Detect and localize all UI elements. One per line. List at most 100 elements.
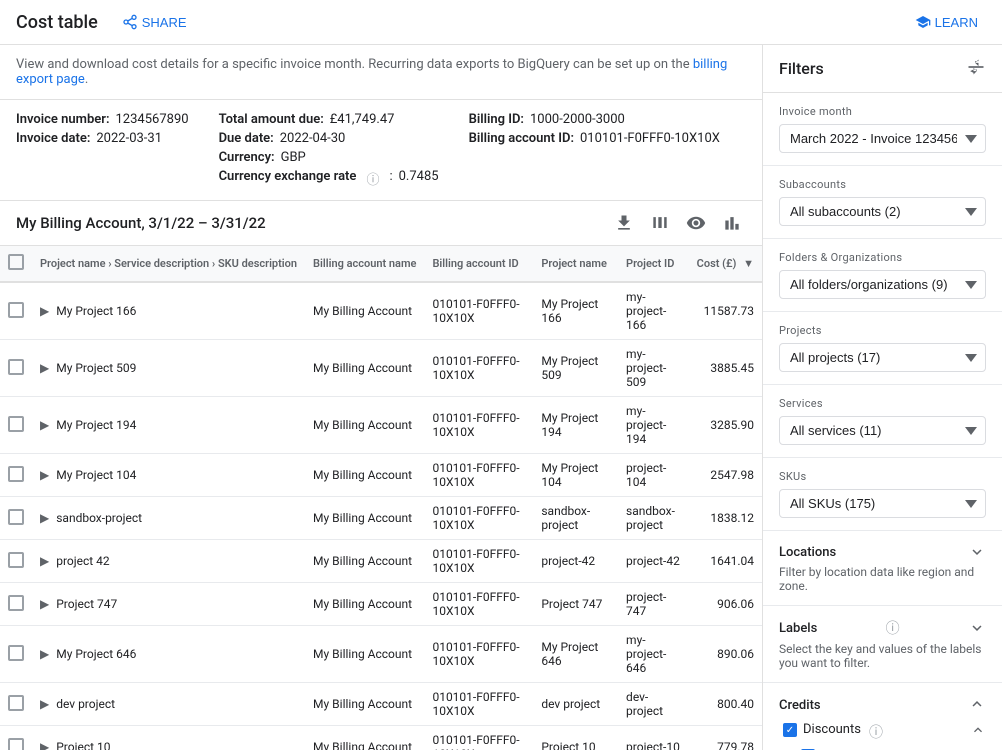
row-checkbox[interactable] xyxy=(8,359,24,375)
row-checkbox[interactable] xyxy=(8,552,24,568)
skus-select[interactable]: All SKUs (175) xyxy=(779,489,986,518)
chart-button[interactable] xyxy=(718,209,746,237)
invoice-col-1: Invoice number: 1234567890 Invoice date:… xyxy=(16,112,189,188)
subaccounts-select[interactable]: All subaccounts (2) xyxy=(779,197,986,226)
row-cost: 3885.45 xyxy=(689,340,762,397)
services-select[interactable]: All services (11) xyxy=(779,416,986,445)
chart-icon xyxy=(722,213,742,233)
header-cost[interactable]: Cost (£) ▼ xyxy=(689,246,762,282)
row-cost: 1641.04 xyxy=(689,540,762,583)
table-row: ▶ My Project 104 My Billing Account 0101… xyxy=(0,454,762,497)
row-project-name-col: My Project 104 xyxy=(533,454,618,497)
row-project-name: ▶ My Project 166 xyxy=(32,282,305,340)
row-billing-account-name: My Billing Account xyxy=(305,282,424,340)
credits-header: Credits xyxy=(779,695,986,716)
row-checkbox[interactable] xyxy=(8,645,24,661)
locations-label: Locations xyxy=(779,545,836,560)
row-checkbox-cell xyxy=(0,540,32,583)
cost-sort-icon: ▼ xyxy=(743,257,754,270)
credits-collapse-button[interactable] xyxy=(968,695,986,716)
row-checkbox-cell xyxy=(0,726,32,750)
discounts-help-icon[interactable]: ⓘ xyxy=(869,722,883,742)
learn-button[interactable]: LEARN xyxy=(907,10,986,34)
main-layout: View and download cost details for a spe… xyxy=(0,45,1002,750)
subaccounts-label: Subaccounts xyxy=(779,178,846,191)
discounts-checkbox[interactable] xyxy=(783,723,797,737)
row-checkbox[interactable] xyxy=(8,595,24,611)
header-billing-account-name-label: Billing account name xyxy=(313,257,416,270)
row-checkbox-cell xyxy=(0,583,32,626)
exchange-rate-help-icon[interactable]: ⓘ xyxy=(366,169,379,188)
row-cost: 890.06 xyxy=(689,626,762,683)
services-label: Services xyxy=(779,397,823,410)
row-project-name-col: My Project 509 xyxy=(533,340,618,397)
locations-header[interactable]: Locations xyxy=(779,543,986,561)
row-billing-account-id: 010101-F0FFF0-10X10X xyxy=(424,683,533,726)
row-expand-icon[interactable]: ▶ xyxy=(40,511,49,525)
columns-button[interactable] xyxy=(646,209,674,237)
row-project-id: my-project-509 xyxy=(618,340,689,397)
table-row: ▶ My Project 194 My Billing Account 0101… xyxy=(0,397,762,454)
select-all-checkbox[interactable] xyxy=(8,254,24,270)
row-billing-account-id: 010101-F0FFF0-10X10X xyxy=(424,282,533,340)
row-project-id: my-project-646 xyxy=(618,626,689,683)
header-project-name-label: Project name › Service description › SKU… xyxy=(40,257,297,270)
labels-header[interactable]: Labels ⓘ xyxy=(779,618,986,638)
labels-help-icon[interactable]: ⓘ xyxy=(886,618,900,638)
row-project-name: ▶ Project 10 xyxy=(32,726,305,750)
locations-collapse-icon xyxy=(968,543,986,561)
row-billing-account-id: 010101-F0FFF0-10X10X xyxy=(424,583,533,626)
row-project-id: my-project-166 xyxy=(618,282,689,340)
labels-label: Labels xyxy=(779,621,817,636)
row-expand-icon[interactable]: ▶ xyxy=(40,647,49,661)
locations-desc: Filter by location data like region and … xyxy=(779,565,986,593)
billing-account-id-row: Billing account ID: 010101-F0FFF0-10X10X xyxy=(469,131,720,146)
share-icon xyxy=(122,14,138,30)
row-project-name-col: project-42 xyxy=(533,540,618,583)
projects-label: Projects xyxy=(779,324,822,337)
projects-filter: Projects All projects (17) xyxy=(763,312,1002,385)
download-button[interactable] xyxy=(610,209,638,237)
collapse-sidebar-button[interactable] xyxy=(966,57,986,80)
discounts-collapse-button[interactable] xyxy=(970,722,986,741)
row-checkbox[interactable] xyxy=(8,509,24,525)
visibility-button[interactable] xyxy=(682,209,710,237)
projects-select[interactable]: All projects (17) xyxy=(779,343,986,372)
row-checkbox[interactable] xyxy=(8,738,24,750)
row-checkbox[interactable] xyxy=(8,302,24,318)
row-checkbox-cell xyxy=(0,683,32,726)
header-project-name-col: Project name xyxy=(533,246,618,282)
row-cost: 3285.90 xyxy=(689,397,762,454)
row-expand-icon[interactable]: ▶ xyxy=(40,554,49,568)
row-project-name: ▶ My Project 509 xyxy=(32,340,305,397)
due-date-row: Due date: 2022-04-30 xyxy=(219,131,439,146)
row-checkbox[interactable] xyxy=(8,466,24,482)
row-billing-account-name: My Billing Account xyxy=(305,726,424,750)
row-project-id: project-747 xyxy=(618,583,689,626)
row-project-name-col: sandbox-project xyxy=(533,497,618,540)
row-expand-icon[interactable]: ▶ xyxy=(40,304,49,318)
row-expand-icon[interactable]: ▶ xyxy=(40,697,49,711)
row-billing-account-name: My Billing Account xyxy=(305,340,424,397)
row-billing-account-id: 010101-F0FFF0-10X10X xyxy=(424,726,533,750)
row-project-id: project-104 xyxy=(618,454,689,497)
row-expand-icon[interactable]: ▶ xyxy=(40,361,49,375)
table-actions xyxy=(610,209,746,237)
table-wrapper: Project name › Service description › SKU… xyxy=(0,246,762,750)
row-project-name-col: Project 10 xyxy=(533,726,618,750)
header-row: Project name › Service description › SKU… xyxy=(0,246,762,282)
discounts-sub-collapse-icon xyxy=(970,722,986,738)
table-title: My Billing Account, 3/1/22 – 3/31/22 xyxy=(16,214,610,232)
folders-orgs-label: Folders & Organizations xyxy=(779,251,902,264)
row-checkbox[interactable] xyxy=(8,416,24,432)
invoice-month-filter: Invoice month March 2022 - Invoice 12345… xyxy=(763,93,1002,166)
row-checkbox[interactable] xyxy=(8,695,24,711)
row-expand-icon[interactable]: ▶ xyxy=(40,740,49,750)
row-expand-icon[interactable]: ▶ xyxy=(40,597,49,611)
share-button[interactable]: SHARE xyxy=(114,10,195,34)
row-expand-icon[interactable]: ▶ xyxy=(40,418,49,432)
invoice-month-select[interactable]: March 2022 - Invoice 1234567890 xyxy=(779,124,986,153)
billing-id-row: Billing ID: 1000-2000-3000 xyxy=(469,112,720,127)
folders-orgs-select[interactable]: All folders/organizations (9) xyxy=(779,270,986,299)
row-expand-icon[interactable]: ▶ xyxy=(40,468,49,482)
